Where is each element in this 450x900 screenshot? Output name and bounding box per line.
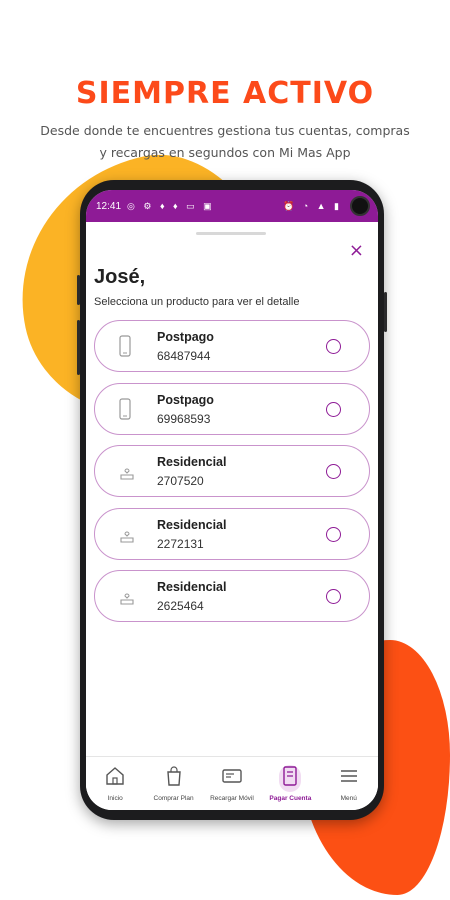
product-type: Residencial (157, 455, 227, 469)
status-time: 12:41 (96, 200, 122, 212)
pay-bill-icon (283, 766, 298, 786)
product-card[interactable]: Residencial 2707520 (94, 445, 370, 497)
product-card[interactable]: Residencial 2272131 (94, 507, 370, 560)
product-card[interactable]: Residencial 2625464 (94, 570, 370, 622)
product-number: 2272131 (157, 536, 204, 551)
nav-label: Pagar Cuenta (269, 795, 312, 802)
product-radio[interactable] (326, 526, 341, 542)
volume-button (77, 320, 80, 375)
sheet-drag-handle[interactable] (196, 232, 266, 235)
status-bar: 12:41 ◎ ⚙ ♦ ♦ ▭ ▣ ⏰ ◔ ▲ ▮ (86, 190, 378, 222)
router-icon (120, 593, 134, 605)
product-number: 2707520 (157, 474, 204, 488)
product-card[interactable]: Postpago 69968593 (94, 382, 370, 435)
home-icon (106, 767, 124, 785)
router-icon (120, 530, 134, 543)
nav-label: Recargar Móvil (210, 795, 254, 802)
system-icons: ⏰ ◔ ▲ ▮ (282, 201, 342, 211)
product-radio[interactable] (326, 589, 341, 604)
nav-icon-wrap (163, 765, 185, 792)
shopping-bag-icon (166, 766, 181, 786)
nav-icon-wrap (221, 765, 243, 792)
mobile-phone-icon (119, 335, 131, 357)
subtitle-line-2: y recargas en segundos con Mi Mas App (99, 145, 351, 160)
subtitle: Desde donde te encuentres gestiona tus c… (20, 120, 430, 164)
nav-label: Inicio (107, 795, 123, 802)
greeting: José, (94, 266, 146, 288)
nav-label: Menú (340, 795, 357, 802)
product-number: 69968593 (157, 411, 211, 426)
bixby-button (77, 275, 80, 305)
phone-mockup: 12:41 ◎ ⚙ ♦ ♦ ▭ ▣ ⏰ ◔ ▲ ▮ × José, Selecc… (77, 180, 387, 820)
menu-icon (340, 770, 357, 782)
front-camera (350, 196, 370, 216)
product-type: Postpago (157, 392, 214, 407)
notification-icons: ◎ ⚙ ♦ ♦ ▭ ▣ (127, 200, 215, 211)
product-sheet: × José, Selecciona un producto para ver … (86, 222, 378, 810)
product-number: 2625464 (157, 599, 204, 613)
close-button[interactable]: × (349, 240, 364, 261)
nav-icon-wrap (279, 765, 302, 792)
power-button (384, 292, 387, 332)
product-radio[interactable] (326, 401, 341, 417)
nav-label: Comprar Plan (153, 795, 194, 802)
phone-screen: 12:41 ◎ ⚙ ♦ ♦ ▭ ▣ ⏰ ◔ ▲ ▮ × José, Selecc… (86, 190, 378, 810)
product-radio[interactable] (326, 464, 341, 479)
bottom-navigation: Inicio Comprar Plan Recargar Móvil Pagar… (86, 756, 378, 810)
headline: SIEMPRE ACTIVO (75, 76, 375, 111)
subtitle-line-1: Desde donde te encuentres gestiona tus c… (40, 123, 410, 138)
nav-comprar-plan[interactable]: Comprar Plan (145, 765, 203, 802)
nav-inicio[interactable]: Inicio (86, 765, 144, 802)
product-type: Postpago (157, 330, 214, 344)
nav-recargar-movil[interactable]: Recargar Móvil (203, 765, 261, 802)
recharge-card-icon (222, 769, 242, 783)
product-number: 68487944 (157, 349, 211, 363)
instruction-text: Selecciona un producto para ver el detal… (94, 296, 300, 308)
mobile-phone-icon (119, 397, 131, 420)
nav-menu[interactable]: Menú (320, 765, 378, 802)
nav-icon-wrap (104, 765, 126, 792)
product-list: Postpago 68487944 Postpago 69968593 Resi… (94, 320, 370, 633)
product-radio[interactable] (326, 339, 341, 354)
nav-icon-wrap (338, 765, 360, 792)
product-card[interactable]: Postpago 68487944 (94, 320, 370, 372)
nav-pagar-cuenta[interactable]: Pagar Cuenta (261, 765, 319, 802)
product-type: Residencial (157, 517, 227, 532)
product-type: Residencial (157, 580, 227, 594)
router-icon (120, 468, 134, 480)
